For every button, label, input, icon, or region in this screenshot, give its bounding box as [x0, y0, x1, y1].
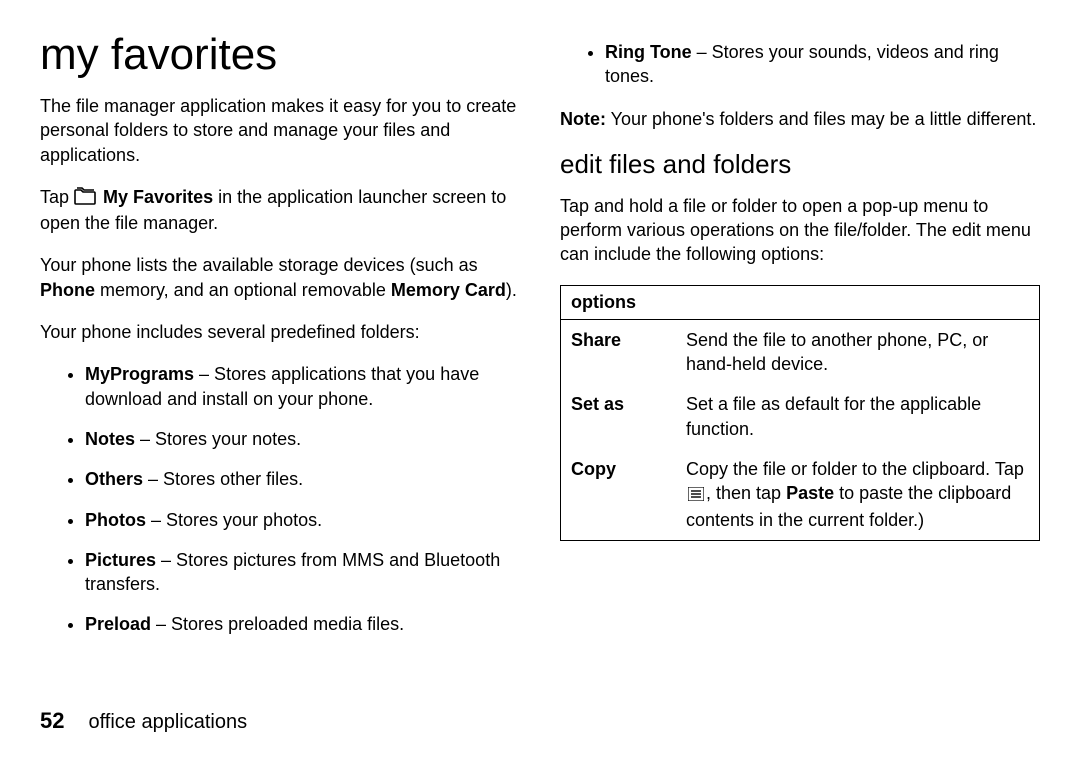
table-row: Copy Copy the file or folder to the clip… [561, 449, 1040, 540]
right-column: Ring Tone – Stores your sounds, videos a… [560, 30, 1040, 655]
folder-desc: – Stores preloaded media files. [151, 614, 404, 634]
folder-name: Pictures [85, 550, 156, 570]
note-body: Your phone's folders and files may be a … [606, 109, 1036, 129]
folder-name: Photos [85, 510, 146, 530]
intro-paragraph: The file manager application makes it ea… [40, 94, 520, 167]
phone-label: Phone [40, 280, 95, 300]
text: Tap [40, 187, 74, 207]
table-header: options [561, 285, 1040, 319]
favorites-icon [74, 187, 96, 211]
folders-list-continued: Ring Tone – Stores your sounds, videos a… [560, 40, 1040, 89]
folder-desc: – Stores other files. [143, 469, 303, 489]
columns: my favorites The file manager applicatio… [40, 30, 1040, 655]
list-item: Preload – Stores preloaded media files. [85, 612, 520, 636]
option-desc: Send the file to another phone, PC, or h… [676, 319, 1040, 384]
left-column: my favorites The file manager applicatio… [40, 30, 520, 655]
note-paragraph: Note: Your phone's folders and files may… [560, 107, 1040, 131]
option-name: Copy [561, 449, 677, 540]
text: ). [506, 280, 517, 300]
list-item: Notes – Stores your notes. [85, 427, 520, 451]
text: Copy the file or folder to the clipboard… [686, 459, 1024, 479]
text: , then tap [706, 483, 786, 503]
list-item: Pictures – Stores pictures from MMS and … [85, 548, 520, 597]
list-item: Ring Tone – Stores your sounds, videos a… [605, 40, 1040, 89]
table-row: Set as Set a file as default for the app… [561, 384, 1040, 449]
tap-paragraph: Tap My Favorites in the application laun… [40, 185, 520, 236]
manual-page: my favorites The file manager applicatio… [0, 0, 1080, 764]
my-favorites-label: My Favorites [103, 187, 213, 207]
predefined-paragraph: Your phone includes several predefined f… [40, 320, 520, 344]
option-name: Set as [561, 384, 677, 449]
folder-desc: – Stores your notes. [135, 429, 301, 449]
option-name: Share [561, 319, 677, 384]
list-item: Photos – Stores your photos. [85, 508, 520, 532]
storage-paragraph: Your phone lists the available storage d… [40, 253, 520, 302]
list-item: MyPrograms – Stores applications that yo… [85, 362, 520, 411]
page-title: my favorites [40, 30, 520, 80]
page-footer: 52 office applications [40, 708, 247, 734]
menu-icon [688, 483, 704, 507]
edit-paragraph: Tap and hold a file or folder to open a … [560, 194, 1040, 267]
note-label: Note: [560, 109, 606, 129]
option-desc: Set a file as default for the applicable… [676, 384, 1040, 449]
paste-label: Paste [786, 483, 834, 503]
list-item: Others – Stores other files. [85, 467, 520, 491]
folder-desc: – Stores your photos. [146, 510, 322, 530]
table-row: Share Send the file to another phone, PC… [561, 319, 1040, 384]
subheading: edit files and folders [560, 149, 1040, 180]
folder-name: Preload [85, 614, 151, 634]
memory-card-label: Memory Card [391, 280, 506, 300]
options-table: options Share Send the file to another p… [560, 285, 1040, 541]
folders-list: MyPrograms – Stores applications that yo… [40, 362, 520, 636]
text: memory, and an optional removable [95, 280, 391, 300]
option-desc: Copy the file or folder to the clipboard… [676, 449, 1040, 540]
folder-name: MyPrograms [85, 364, 194, 384]
folder-name: Others [85, 469, 143, 489]
page-number: 52 [40, 708, 64, 733]
folder-name: Ring Tone [605, 42, 692, 62]
text: Your phone lists the available storage d… [40, 255, 478, 275]
folder-name: Notes [85, 429, 135, 449]
section-name: office applications [88, 711, 247, 733]
